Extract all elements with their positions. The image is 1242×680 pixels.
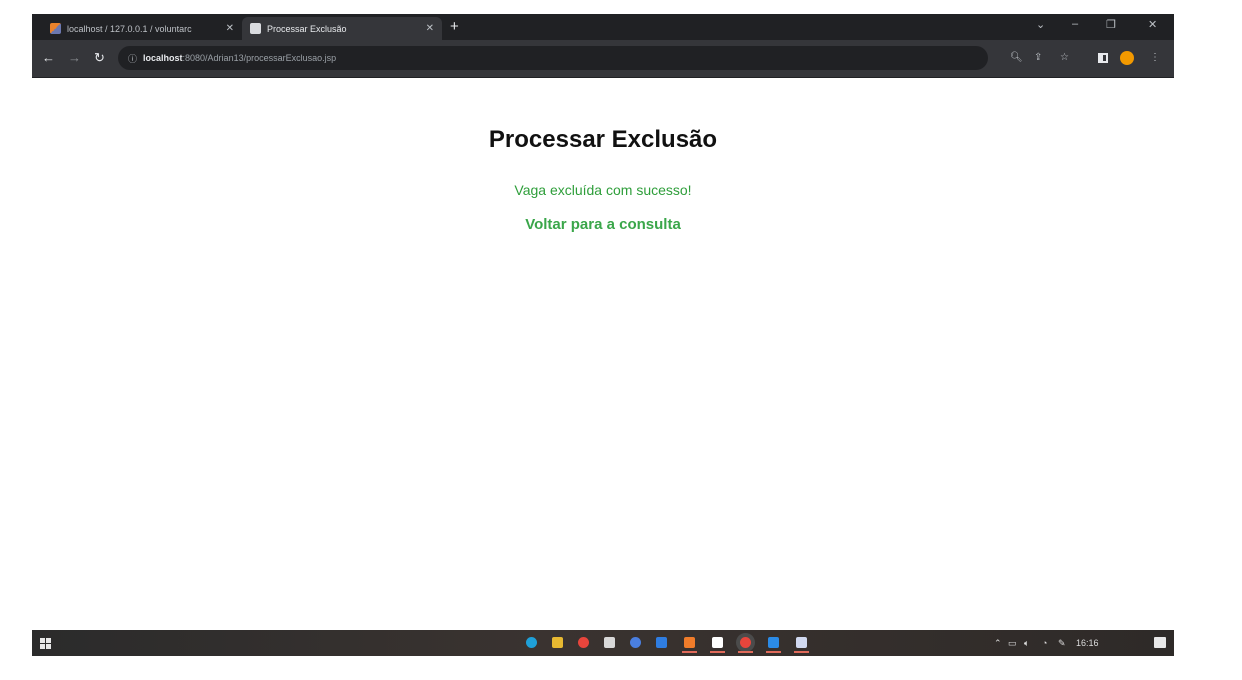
pen-icon[interactable]: ✎: [1058, 637, 1066, 649]
speaker-icon[interactable]: 🔈︎: [1024, 637, 1029, 649]
success-message: Vaga excluída com sucesso!: [514, 182, 692, 198]
reload-icon[interactable]: ↻: [94, 50, 105, 66]
screen: localhost / 127.0.0.1 / voluntarc ✕ Proc…: [32, 14, 1174, 656]
new-tab-button[interactable]: +: [450, 18, 459, 36]
app-icon[interactable]: [794, 637, 809, 653]
info-icon[interactable]: ⓘ: [128, 52, 137, 65]
chrome-icon[interactable]: [578, 637, 589, 648]
tab-title: localhost / 127.0.0.1 / voluntarc: [67, 23, 192, 34]
windows-start-icon[interactable]: [40, 638, 51, 649]
chevron-up-icon[interactable]: ⌃: [994, 637, 1002, 649]
share-icon[interactable]: ⇪: [1034, 52, 1042, 64]
phpmyadmin-icon: [50, 23, 61, 34]
wifi-icon[interactable]: ◔: [1042, 637, 1047, 649]
back-to-list-link[interactable]: Voltar para a consulta: [32, 216, 1174, 233]
minimize-icon[interactable]: –: [1072, 18, 1078, 30]
battery-icon[interactable]: ▭: [1008, 637, 1017, 649]
avatar[interactable]: [1120, 51, 1134, 65]
forward-arrow-icon[interactable]: →: [68, 50, 81, 66]
page-content: Processar Exclusão Vaga excluída com suc…: [32, 78, 1174, 630]
checkmark-icon[interactable]: [656, 637, 667, 648]
document-icon: [250, 23, 261, 34]
taskbar: ⌃ ▭ 🔈︎ ◔ ✎ 16:16: [32, 630, 1174, 656]
chrome-icon[interactable]: [738, 637, 753, 653]
tab-title: Processar Exclusão: [267, 23, 347, 34]
close-icon[interactable]: ✕: [226, 23, 234, 34]
star-icon[interactable]: ☆: [1060, 52, 1069, 64]
edge-icon[interactable]: [526, 637, 537, 648]
close-window-icon[interactable]: ✕: [1148, 18, 1157, 31]
zoom-icon[interactable]: 🔍︎: [1010, 52, 1023, 64]
restore-icon[interactable]: ❐: [1106, 18, 1116, 31]
back-arrow-icon[interactable]: ←: [42, 50, 55, 66]
address-host: localhost: [143, 53, 183, 63]
app-icon[interactable]: [766, 637, 781, 653]
app-icon[interactable]: [682, 637, 697, 653]
file-explorer-icon[interactable]: [552, 637, 563, 648]
tab-processar-exclusao[interactable]: Processar Exclusão ✕: [242, 17, 442, 40]
address-bar[interactable]: ⓘ localhost :8080/Adrian13/processarExcl…: [118, 46, 988, 70]
app-icon[interactable]: [630, 637, 641, 648]
close-icon[interactable]: ✕: [426, 23, 434, 34]
app-icon[interactable]: [710, 637, 725, 653]
browser-toolbar: ← → ↻ ⓘ localhost :8080/Adrian13/process…: [32, 40, 1174, 78]
tab-strip: localhost / 127.0.0.1 / voluntarc ✕ Proc…: [32, 14, 1174, 40]
app-icon[interactable]: [604, 637, 615, 648]
chevron-down-icon[interactable]: ⌄: [1036, 18, 1045, 31]
side-panel-icon[interactable]: [1098, 53, 1108, 63]
address-path: :8080/Adrian13/processarExclusao.jsp: [182, 53, 337, 63]
clock[interactable]: 16:16: [1076, 637, 1099, 649]
tab-phpmyadmin[interactable]: localhost / 127.0.0.1 / voluntarc ✕: [42, 17, 242, 40]
menu-icon[interactable]: ⋮: [1150, 52, 1160, 64]
notification-icon[interactable]: [1154, 637, 1166, 648]
page-title: Processar Exclusão: [488, 126, 718, 153]
